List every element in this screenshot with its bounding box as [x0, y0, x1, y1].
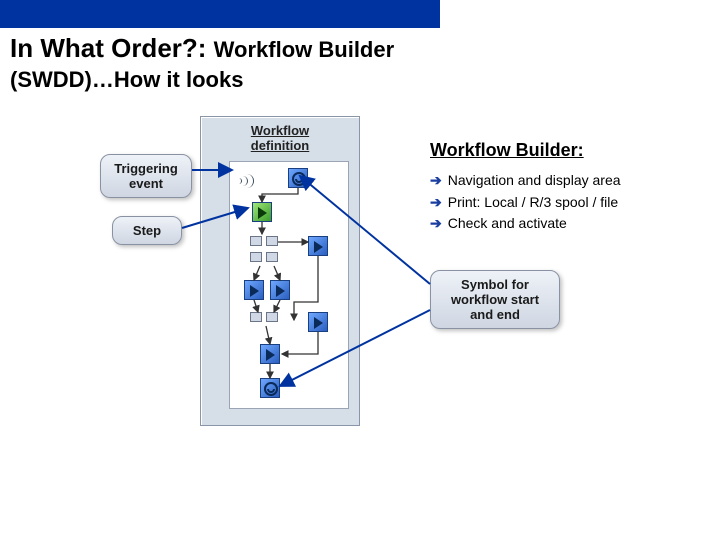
arrow-bullet-icon: ➔ — [430, 213, 442, 235]
callout-line: Triggering — [114, 161, 178, 176]
callout-symbol-start-end: Symbol for workflow start and end — [430, 270, 560, 329]
builder-bullets: ➔ Navigation and display area ➔ Print: Loc… — [430, 170, 690, 235]
bullet-item: ➔ Print: Local / R/3 spool / file — [430, 192, 690, 214]
bullet-item: ➔ Navigation and display area — [430, 170, 690, 192]
panel-heading-line2: definition — [251, 138, 310, 153]
callout-line: and end — [470, 307, 520, 322]
panel-heading-line1: Workflow — [251, 123, 309, 138]
callout-line: event — [129, 176, 163, 191]
title-main: In What Order?: — [10, 33, 206, 63]
bullet-text: Print: Local / R/3 spool / file — [448, 192, 618, 214]
bullet-text: Check and activate — [448, 213, 567, 235]
arrow-bullet-icon: ➔ — [430, 170, 442, 192]
callout-line: Symbol for — [461, 277, 529, 292]
arrow-bullet-icon: ➔ — [430, 192, 442, 214]
callout-line: workflow start — [451, 292, 539, 307]
title-sub1: Workflow Builder — [214, 37, 395, 62]
flow-area — [229, 161, 349, 409]
bullet-item: ➔ Check and activate — [430, 213, 690, 235]
header-bar — [0, 0, 440, 28]
slide-title: In What Order?: Workflow Builder (SWDD)…… — [0, 28, 720, 94]
builder-heading: Workflow Builder: — [430, 140, 584, 161]
flow-connectors — [230, 162, 350, 410]
title-sub2: (SWDD)…How it looks — [10, 67, 243, 92]
callout-step: Step — [112, 216, 182, 245]
panel-heading: Workflow definition — [201, 117, 359, 157]
callout-line: Step — [133, 223, 161, 238]
workflow-definition-panel: Workflow definition — [200, 116, 360, 426]
bullet-text: Navigation and display area — [448, 170, 621, 192]
callout-triggering-event: Triggering event — [100, 154, 192, 198]
diagram-canvas: Workflow definition — [0, 100, 720, 520]
